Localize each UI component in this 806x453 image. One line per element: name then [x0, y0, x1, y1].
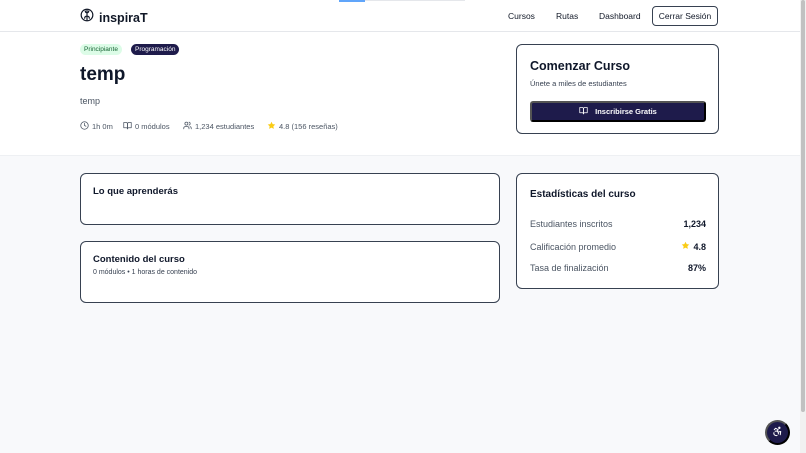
brain-icon — [80, 8, 94, 27]
course-content-summary: 0 módulos • 1 horas de contenido — [93, 269, 198, 276]
loading-progress-bar — [339, 0, 365, 2]
stat-value: 87% — [687, 263, 706, 273]
course-modules: 0 módulos — [123, 121, 170, 132]
stat-value: 4.8 — [693, 241, 706, 252]
modules-text: 0 módulos — [135, 122, 170, 131]
nav-link-rutas[interactable]: Rutas — [556, 11, 578, 21]
stat-value-rating: 4.8 — [681, 241, 706, 252]
stats-title: Estadísticas del curso — [530, 189, 636, 200]
logout-button[interactable]: Cerrar Sesión — [652, 6, 718, 26]
star-icon — [267, 121, 276, 132]
stat-value: 1,234 — [683, 219, 706, 229]
enroll-subtitle: Únete a miles de estudiantes — [530, 79, 627, 88]
course-content-title: Contenido del curso — [93, 254, 185, 265]
nav-link-cursos[interactable]: Cursos — [508, 11, 535, 21]
stat-row-completion: Tasa de finalización 87% — [530, 263, 706, 273]
users-icon — [183, 121, 192, 132]
course-duration: 1h 0m — [80, 121, 113, 132]
enroll-title: Comenzar Curso — [530, 59, 631, 73]
course-students: 1,234 estudiantes — [183, 121, 254, 132]
accessibility-button[interactable] — [765, 420, 790, 445]
stat-label: Estudiantes inscritos — [530, 219, 613, 229]
duration-text: 1h 0m — [92, 122, 113, 131]
nav-link-dashboard[interactable]: Dashboard — [599, 11, 641, 21]
scrollbar-thumb[interactable] — [801, 0, 805, 412]
learn-title: Lo que aprenderás — [93, 186, 178, 197]
category-badge: Programación — [131, 44, 180, 55]
brand-logo[interactable]: inspiraT — [80, 8, 148, 27]
book-open-icon — [123, 121, 132, 132]
loading-progress-track — [365, 0, 465, 1]
clock-icon — [80, 121, 89, 132]
star-icon — [681, 241, 690, 252]
stat-row-students: Estudiantes inscritos 1,234 — [530, 219, 706, 229]
course-rating: 4.8 (156 reseñas) — [267, 121, 338, 132]
course-content-card: Contenido del curso 0 módulos • 1 horas … — [80, 241, 500, 303]
enroll-button[interactable]: Inscribirse Gratis — [530, 101, 706, 122]
stat-label: Tasa de finalización — [530, 263, 609, 273]
rating-text: 4.8 (156 reseñas) — [279, 122, 338, 131]
brand-name: inspiraT — [99, 10, 148, 25]
course-description: temp — [80, 96, 101, 106]
students-text: 1,234 estudiantes — [195, 122, 255, 131]
course-title: temp — [80, 64, 126, 85]
enroll-button-label: Inscribirse Gratis — [595, 107, 657, 116]
stat-row-rating: Calificación promedio 4.8 — [530, 241, 706, 252]
stat-label: Calificación promedio — [530, 241, 617, 252]
level-badge: Principiante — [80, 44, 122, 55]
enroll-card: Comenzar Curso Únete a miles de estudian… — [516, 44, 719, 134]
accessibility-icon — [772, 425, 783, 440]
course-stats-card: Estadísticas del curso Estudiantes inscr… — [516, 173, 719, 289]
book-open-icon — [579, 106, 588, 117]
learn-card: Lo que aprenderás — [80, 173, 500, 225]
